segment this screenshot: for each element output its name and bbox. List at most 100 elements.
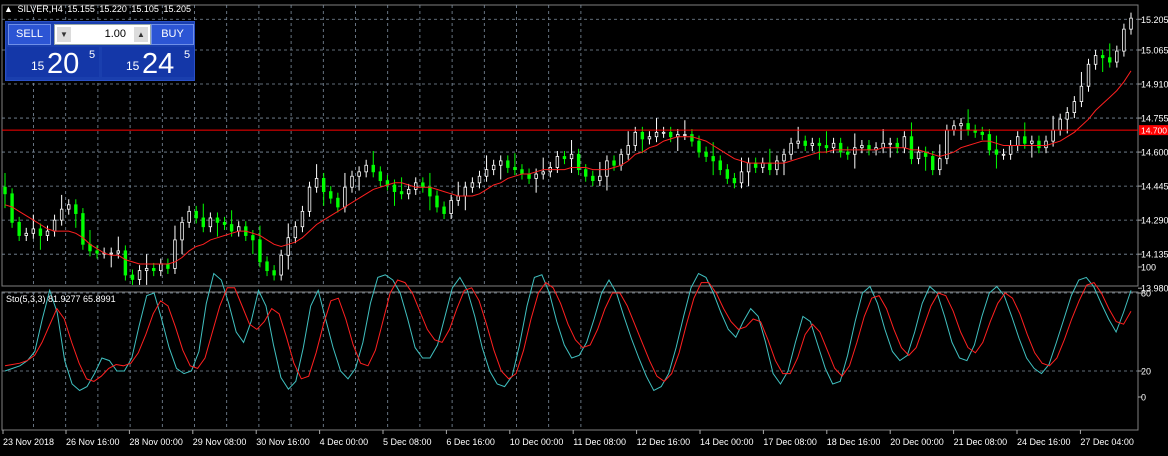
lot-size-value[interactable]: 1.00 bbox=[75, 25, 130, 44]
lot-decrease-icon[interactable]: ▼ bbox=[57, 27, 71, 42]
candle-body bbox=[1100, 55, 1105, 59]
candle-body bbox=[626, 145, 630, 155]
x-tick-label: 30 Nov 16:00 bbox=[256, 437, 310, 447]
candle-body bbox=[796, 140, 800, 144]
candle-body bbox=[180, 221, 184, 241]
candle-body bbox=[314, 178, 319, 188]
candle-body bbox=[159, 263, 163, 272]
candle-body bbox=[683, 134, 687, 136]
candle-body bbox=[803, 140, 807, 146]
candle-body bbox=[236, 226, 241, 232]
candle-body bbox=[527, 173, 531, 179]
candle-body bbox=[555, 156, 560, 168]
candle-body bbox=[477, 175, 482, 184]
x-tick-label: 11 Dec 08:00 bbox=[573, 437, 626, 447]
candle-body bbox=[321, 178, 326, 193]
candle-body bbox=[1030, 140, 1034, 144]
moving-average-line bbox=[4, 70, 1132, 265]
candle-body bbox=[817, 142, 822, 146]
candle-body bbox=[768, 162, 772, 171]
candle-body bbox=[371, 164, 375, 173]
y-tick-label: 15.205 bbox=[1141, 15, 1168, 25]
symbol-label: SILVER,H4 bbox=[17, 4, 63, 14]
candle-body bbox=[902, 136, 907, 149]
x-tick-label: 10 Dec 00:00 bbox=[510, 437, 564, 447]
buy-button[interactable]: BUY bbox=[151, 24, 194, 45]
stoch-panel-border bbox=[1, 291, 1139, 431]
chart-header: ▲ SILVER,H4 15.155 15.220 15.105 15.205 bbox=[4, 4, 193, 14]
candle-body bbox=[45, 230, 50, 236]
candle-body bbox=[137, 270, 142, 280]
sell-price-big: 20 bbox=[47, 48, 80, 80]
candle-body bbox=[1023, 136, 1027, 144]
candle-body bbox=[1044, 140, 1048, 149]
candle-body bbox=[711, 156, 715, 162]
candle-body bbox=[414, 182, 418, 190]
candle-body bbox=[109, 252, 113, 255]
x-tick-label: 12 Dec 16:00 bbox=[637, 437, 691, 447]
candle-body bbox=[201, 217, 205, 228]
candle-body bbox=[661, 131, 666, 134]
candle-body bbox=[95, 250, 99, 254]
y-tick-label: 14.600 bbox=[1141, 148, 1168, 158]
candle-body bbox=[931, 156, 935, 171]
candle-body bbox=[59, 208, 64, 221]
candle-body bbox=[952, 125, 956, 131]
candle-body bbox=[513, 167, 517, 171]
buy-price[interactable]: 15 24 5 bbox=[102, 47, 194, 79]
candle-body bbox=[860, 145, 864, 149]
collapse-triangle-icon[interactable]: ▲ bbox=[4, 4, 13, 14]
sell-price-prefix: 15 bbox=[31, 59, 45, 73]
candle-body bbox=[187, 210, 191, 223]
sell-button[interactable]: SELL bbox=[8, 24, 51, 45]
candle-body bbox=[442, 206, 446, 214]
candle-body bbox=[449, 199, 453, 214]
candle-body bbox=[307, 186, 312, 212]
candle-body bbox=[569, 153, 574, 160]
candle-body bbox=[605, 160, 609, 177]
candle-body bbox=[173, 239, 177, 269]
candle-body bbox=[668, 131, 673, 138]
candle-body bbox=[74, 204, 78, 214]
x-tick-label: 20 Dec 00:00 bbox=[890, 437, 944, 447]
y-tick-label: 14.910 bbox=[1141, 80, 1168, 90]
candle-body bbox=[123, 250, 128, 276]
stoch-y-tick-label: 80 bbox=[1141, 289, 1151, 299]
sell-price[interactable]: 15 20 5 bbox=[7, 47, 99, 80]
x-tick-label: 5 Dec 08:00 bbox=[383, 437, 432, 447]
x-tick-label: 24 Dec 16:00 bbox=[1017, 437, 1071, 447]
candle-body bbox=[1037, 140, 1041, 149]
price-level-label: 14.700 bbox=[1141, 126, 1167, 136]
candle-body bbox=[144, 268, 149, 272]
candle-body bbox=[24, 232, 28, 236]
candle-body bbox=[647, 136, 652, 140]
candle-body bbox=[399, 191, 404, 195]
high-value: 15.220 bbox=[99, 4, 127, 14]
candle-body bbox=[895, 142, 900, 149]
candle-body bbox=[987, 134, 992, 151]
x-tick-label: 23 Nov 2018 bbox=[3, 437, 54, 447]
sell-price-sup: 5 bbox=[89, 49, 96, 61]
candle-body bbox=[258, 239, 262, 263]
candle-body bbox=[1072, 101, 1077, 113]
lot-increase-icon[interactable]: ▲ bbox=[134, 27, 148, 42]
candle-body bbox=[598, 175, 602, 182]
candle-body bbox=[959, 123, 963, 127]
x-tick-label: 18 Dec 16:00 bbox=[827, 437, 881, 447]
candle-body bbox=[867, 145, 871, 151]
candle-body bbox=[293, 226, 298, 239]
candle-body bbox=[1065, 112, 1069, 120]
lot-size-field[interactable]: ▼ 1.00 ▲ bbox=[54, 24, 151, 45]
y-tick-label: 14.755 bbox=[1141, 114, 1168, 124]
candle-body bbox=[251, 235, 255, 241]
candle-body bbox=[725, 169, 730, 179]
candle-body bbox=[520, 169, 524, 175]
candle-body bbox=[1015, 136, 1020, 146]
candle-body bbox=[52, 219, 57, 232]
candle-body bbox=[456, 195, 460, 201]
candle-body bbox=[1051, 129, 1055, 142]
candle-body bbox=[938, 158, 942, 171]
candle-body bbox=[484, 169, 489, 177]
candle-body bbox=[378, 171, 383, 182]
candle-body bbox=[428, 186, 432, 197]
